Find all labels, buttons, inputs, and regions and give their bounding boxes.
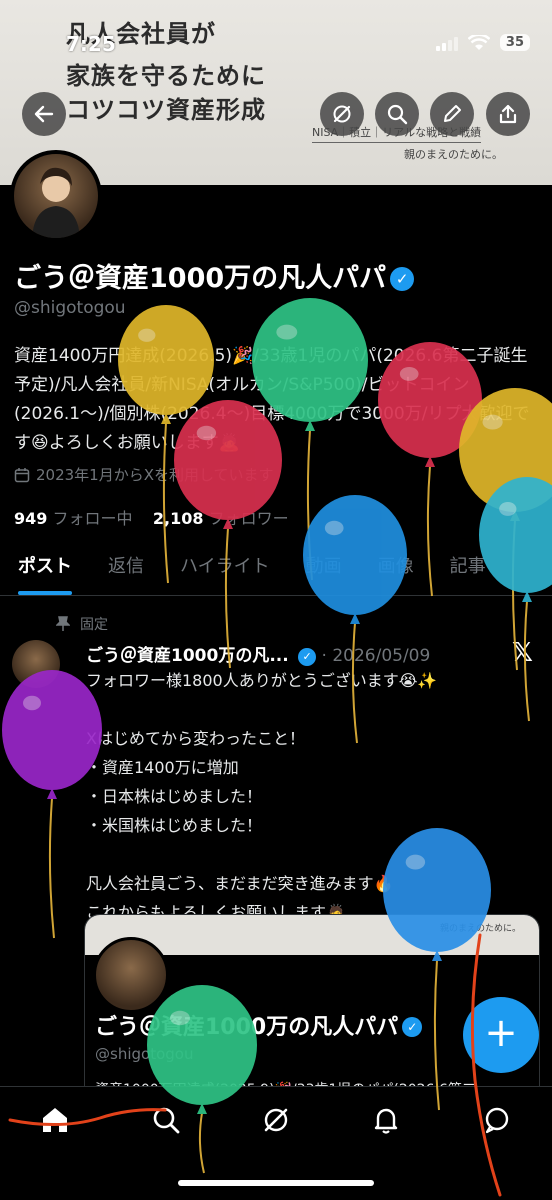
banner-text-line-3: コツコツ資産形成 (66, 96, 266, 124)
post-verified-badge-icon: ✓ (298, 648, 317, 666)
display-name: ごう＠資産1000万の凡人パパ ✓ (14, 256, 415, 295)
profile-banner[interactable]: 凡人会社員が 家族を守るために コツコツ資産形成 NISA｜積立｜リアルな戦略と… (0, 0, 552, 185)
post-author-name[interactable]: ごう＠資産1000万の凡... (86, 646, 289, 666)
status-time: 7:25 (66, 32, 116, 56)
tab-posts[interactable]: ポスト (0, 540, 90, 595)
post-date: · 2026/05/09 (321, 646, 431, 666)
quoted-handle: @shigotogou (95, 1045, 194, 1063)
pinned-label: 固定 (80, 617, 108, 633)
nav-messages[interactable] (475, 1105, 519, 1149)
tab-highlights[interactable]: ハイライト (162, 540, 288, 595)
following-count: 949 (14, 509, 48, 528)
search-button[interactable] (375, 92, 419, 136)
quoted-banner-text: 親のまえのために。 (439, 924, 521, 934)
display-name-text: ごう＠資産1000万の凡人パパ (14, 263, 387, 294)
following-label: フォロー中 (52, 509, 133, 528)
search-icon (387, 104, 408, 125)
home-icon (43, 1108, 68, 1132)
followers-label: フォロワー (208, 509, 289, 528)
share-icon (499, 104, 517, 124)
avatar-illustration (32, 167, 80, 238)
edit-button[interactable] (430, 92, 474, 136)
tab-articles[interactable]: 記事 (432, 540, 504, 595)
joined-text: 2023年1月からXを利用しています (36, 466, 274, 484)
grok-icon (333, 105, 351, 123)
battery-indicator: 35 (499, 34, 530, 51)
post-text: フォロワー様1800人ありがとうございます😭✨ Xはじめてから変わったこと！ ・… (86, 671, 438, 922)
profile-tabs: ポスト 返信 ハイライト 動画 画像 記事 (0, 540, 552, 596)
status-icons: 35 (435, 34, 530, 51)
tab-videos[interactable]: 動画 (288, 540, 360, 595)
tab-replies[interactable]: 返信 (90, 540, 162, 595)
notifications-icon (375, 1108, 398, 1134)
home-indicator (178, 1180, 374, 1186)
followers-count: 2,108 (152, 509, 204, 528)
post-header: ごう＠資産1000万の凡... ✓ · 2026/05/09 (86, 641, 430, 666)
nav-home[interactable] (33, 1105, 77, 1149)
quoted-display-name: ごう＠資産1000万の凡人パパ ✓ (95, 1009, 423, 1041)
joined-date: 2023年1月からXを利用しています (14, 464, 274, 485)
banner-text-line-2: 家族を守るために (66, 62, 266, 90)
quoted-verified-badge-icon: ✓ (402, 1017, 423, 1037)
pin-icon (56, 616, 70, 631)
messages-icon (485, 1107, 508, 1134)
x-logo-icon: 𝕏 (512, 638, 533, 668)
pencil-icon (444, 105, 461, 122)
tab-images[interactable]: 画像 (360, 540, 432, 595)
banner-subtext-2: 親のまえのために。 (404, 148, 503, 161)
profile-bio: 資産1400万円達成(2026.5)🎉/33歳1児のパパ(2026.6第二子誕生… (14, 346, 530, 453)
profile-handle: @shigotogou (14, 298, 126, 318)
nav-search[interactable] (144, 1105, 188, 1149)
calendar-icon (14, 467, 30, 482)
cellular-signal-icon (435, 35, 458, 51)
back-button[interactable] (22, 92, 66, 136)
grok-button[interactable] (320, 92, 364, 136)
nav-notifications[interactable] (364, 1105, 408, 1149)
followers-link[interactable]: 2,108 フォロワー (153, 509, 289, 528)
quoted-display-name-text: ごう＠資産1000万の凡人パパ (95, 1015, 399, 1040)
share-button[interactable] (486, 92, 530, 136)
nav-grok[interactable] (254, 1105, 298, 1149)
wifi-icon (467, 34, 490, 50)
compose-post-button[interactable]: + (463, 997, 539, 1073)
search-icon (153, 1107, 179, 1134)
grok-icon (264, 1108, 288, 1132)
pinned-indicator: 固定 (56, 614, 108, 634)
verified-badge-icon[interactable]: ✓ (390, 267, 415, 291)
quoted-avatar (93, 937, 169, 1013)
follow-stats: 949 フォロー中 2,108 フォロワー (14, 505, 289, 529)
arrow-left-icon (34, 105, 54, 123)
post-avatar[interactable] (12, 640, 60, 688)
profile-avatar[interactable] (10, 150, 102, 242)
following-link[interactable]: 949 フォロー中 (14, 509, 133, 528)
